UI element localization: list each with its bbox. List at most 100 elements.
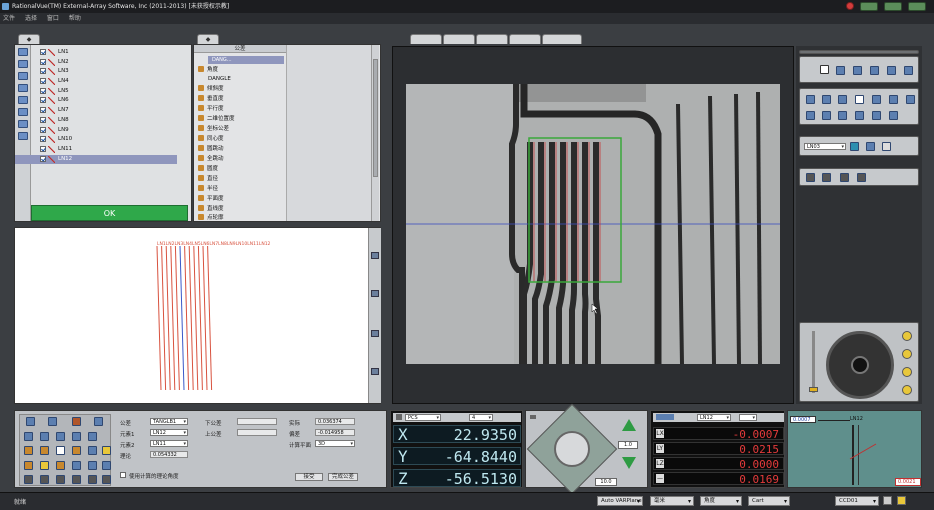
upper-tolerance-input[interactable]	[237, 429, 277, 436]
tree-item[interactable]: 半径	[198, 185, 218, 195]
save-icon[interactable]	[371, 368, 379, 375]
tab-cad[interactable]	[443, 34, 475, 44]
light-top-icon[interactable]	[806, 173, 815, 182]
camera-icon[interactable]	[371, 290, 379, 297]
tree-scrollbar[interactable]	[371, 45, 379, 221]
list-item[interactable]: LN7	[15, 106, 177, 116]
light-coaxial-icon[interactable]	[840, 173, 849, 182]
tab-3d[interactable]	[509, 34, 541, 44]
complete-tolerance-button[interactable]: 完成公差	[328, 473, 358, 481]
tolerance-tool-icon[interactable]	[72, 446, 81, 455]
menu-select[interactable]: 选择	[25, 15, 37, 22]
z-down-icon[interactable]	[622, 457, 636, 469]
tolerance-tool-icon[interactable]	[24, 432, 33, 441]
tree-item[interactable]: 坐标公差	[198, 125, 229, 135]
list-item[interactable]: LN4	[15, 77, 177, 87]
checkbox[interactable]	[40, 155, 46, 162]
light-ring-icon[interactable]	[822, 173, 831, 182]
tolerance-tool-icon[interactable]	[88, 446, 97, 455]
tab-element-list[interactable]: ◆	[18, 34, 40, 44]
curve-tool-icon[interactable]	[904, 66, 913, 75]
nominal-value[interactable]: 0.054332	[150, 451, 188, 458]
zoom-slider-handle[interactable]	[809, 387, 818, 392]
step-field[interactable]: 1.0	[618, 441, 638, 449]
rounded-rect-icon[interactable]	[838, 111, 847, 120]
tree-item[interactable]: 点轮廓	[198, 214, 224, 224]
element1-select[interactable]: LN12	[150, 429, 188, 436]
ok-button[interactable]: OK	[31, 205, 188, 221]
tolerance-tool-icon[interactable]	[102, 461, 111, 470]
delta-tools-icon[interactable]	[656, 414, 674, 420]
tab-report[interactable]	[542, 34, 582, 44]
checkbox[interactable]	[40, 97, 46, 104]
step-select[interactable]: 4	[469, 414, 493, 421]
tree-selected-item[interactable]: DANG...	[208, 56, 284, 64]
list-item[interactable]: LN5	[15, 87, 177, 97]
light-back-icon[interactable]	[857, 173, 866, 182]
tolerance-tool-icon[interactable]	[88, 432, 97, 441]
tolerance-tool-icon[interactable]	[72, 461, 81, 470]
tolerance-tool-icon[interactable]	[56, 446, 65, 455]
element2-select[interactable]: LN11	[150, 440, 188, 447]
list-item[interactable]: LN3	[15, 67, 177, 77]
point-icon[interactable]	[804, 66, 813, 75]
tolerance-tool-icon[interactable]	[102, 475, 111, 484]
checkbox[interactable]	[40, 87, 46, 94]
checkbox[interactable]	[40, 68, 46, 75]
camera-settings-icon[interactable]	[883, 496, 892, 505]
joystick-center[interactable]	[554, 431, 590, 467]
lens-3-icon[interactable]	[902, 367, 912, 377]
tolerance-tool-icon[interactable]	[26, 417, 35, 426]
tolerance-tool-icon[interactable]	[56, 461, 65, 470]
tolerance-tool-icon[interactable]	[56, 475, 65, 484]
tolerance-tool-icon[interactable]	[40, 446, 49, 455]
arrow-icon[interactable]	[371, 330, 379, 337]
list-item[interactable]: LN2	[15, 58, 177, 68]
tolerance-tool-icon[interactable]	[24, 461, 33, 470]
zoom-slider[interactable]	[812, 331, 815, 393]
camera-image[interactable]	[406, 84, 780, 364]
checkbox[interactable]	[40, 145, 46, 152]
link-icon[interactable]	[882, 142, 891, 151]
tree-item[interactable]: 直径	[198, 175, 218, 185]
checkbox[interactable]	[40, 58, 46, 65]
rotate-icon[interactable]	[906, 95, 915, 104]
coord-system-select[interactable]: Cart	[748, 496, 790, 506]
edge-icon[interactable]	[838, 95, 847, 104]
oblong-icon[interactable]	[855, 111, 864, 120]
tolerance-tool-icon[interactable]	[102, 446, 111, 455]
ring-icon[interactable]	[889, 95, 898, 104]
target-icon[interactable]	[850, 142, 859, 151]
lower-tolerance-input[interactable]	[237, 418, 277, 425]
use-computed-checkbox[interactable]	[120, 472, 126, 478]
menu-window[interactable]: 窗口	[47, 15, 59, 22]
apply-button[interactable]: 接受	[295, 473, 323, 481]
checkbox[interactable]	[40, 136, 46, 143]
tab-camera[interactable]	[410, 34, 442, 44]
plane-mode-select[interactable]: Auto VARPlane	[597, 496, 643, 506]
tree-item[interactable]: 垂直度	[198, 95, 224, 105]
box-select-icon[interactable]	[806, 95, 815, 104]
tolerance-tool-icon[interactable]	[72, 475, 81, 484]
width-icon[interactable]	[872, 95, 881, 104]
list-item[interactable]: LN10	[15, 135, 177, 145]
edit-icon[interactable]	[866, 142, 875, 151]
close-icon[interactable]	[846, 2, 854, 10]
speed-field[interactable]: 10.0	[595, 478, 617, 486]
tolerance-tool-icon[interactable]	[40, 461, 49, 470]
list-item[interactable]: LN6	[15, 96, 177, 106]
z-up-icon[interactable]	[622, 419, 636, 431]
line-tool-icon[interactable]	[820, 65, 829, 74]
person-icon[interactable]	[889, 111, 898, 120]
list-item[interactable]: LN9	[15, 126, 177, 136]
ellipse-tool-icon[interactable]	[870, 66, 879, 75]
tolerance-tool-icon[interactable]	[24, 475, 33, 484]
lock-icon[interactable]	[396, 414, 402, 420]
arc-icon[interactable]	[822, 95, 831, 104]
list-item[interactable]: LN1	[15, 48, 177, 58]
menu-help[interactable]: 帮助	[69, 15, 81, 22]
tolerance-tool-icon[interactable]	[72, 417, 81, 426]
checkbox[interactable]	[40, 107, 46, 114]
checkbox[interactable]	[40, 126, 46, 133]
pin-icon[interactable]	[371, 252, 379, 259]
